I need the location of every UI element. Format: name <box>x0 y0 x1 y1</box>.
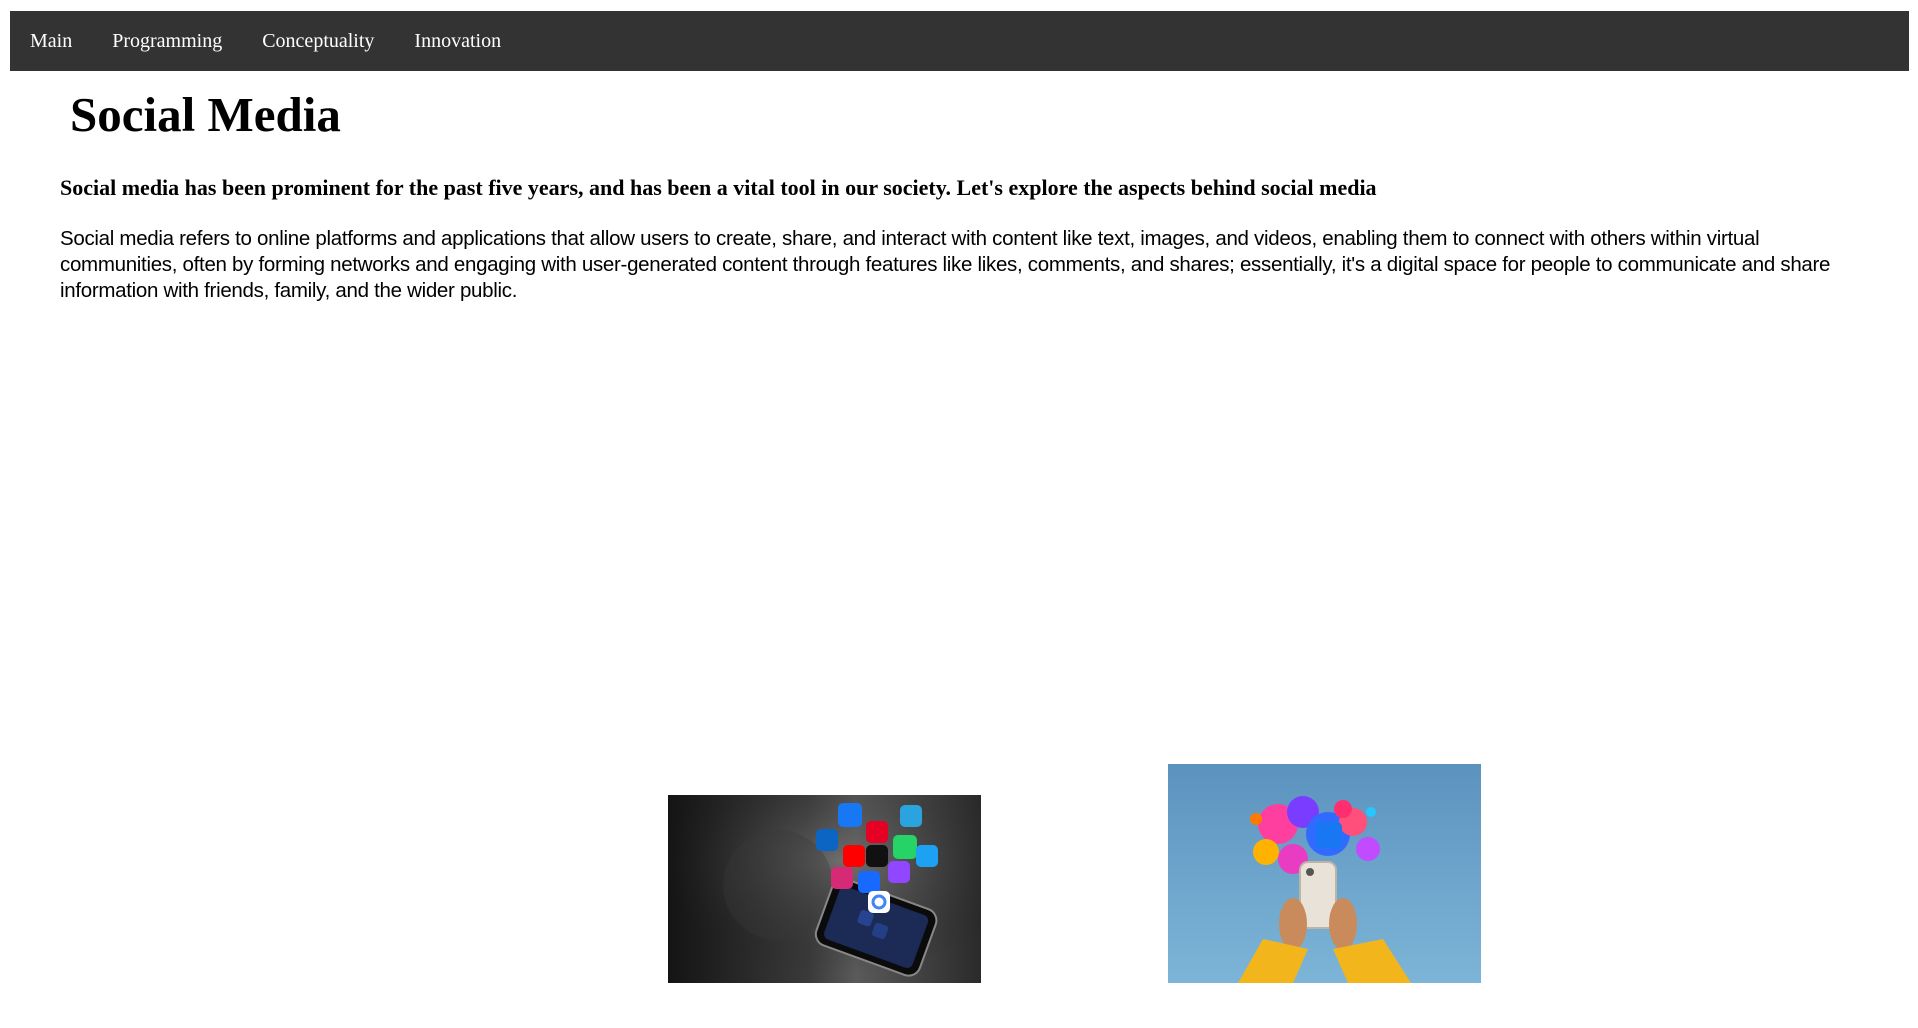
page-subtitle: Social media has been prominent for the … <box>60 175 1377 200</box>
nav-link-conceptuality[interactable]: Conceptuality <box>242 11 394 71</box>
nav-link-programming[interactable]: Programming <box>92 11 242 71</box>
smartphone-app-icons-image <box>668 795 981 983</box>
hands-holding-phone-image <box>1168 764 1481 983</box>
page-title: Social Media <box>70 87 341 142</box>
nav-link-innovation[interactable]: Innovation <box>394 11 521 71</box>
nav-link-main[interactable]: Main <box>10 11 92 71</box>
top-navbar: Main Programming Conceptuality Innovatio… <box>10 11 1909 71</box>
intro-paragraph: Social media refers to online platforms … <box>60 227 1831 302</box>
